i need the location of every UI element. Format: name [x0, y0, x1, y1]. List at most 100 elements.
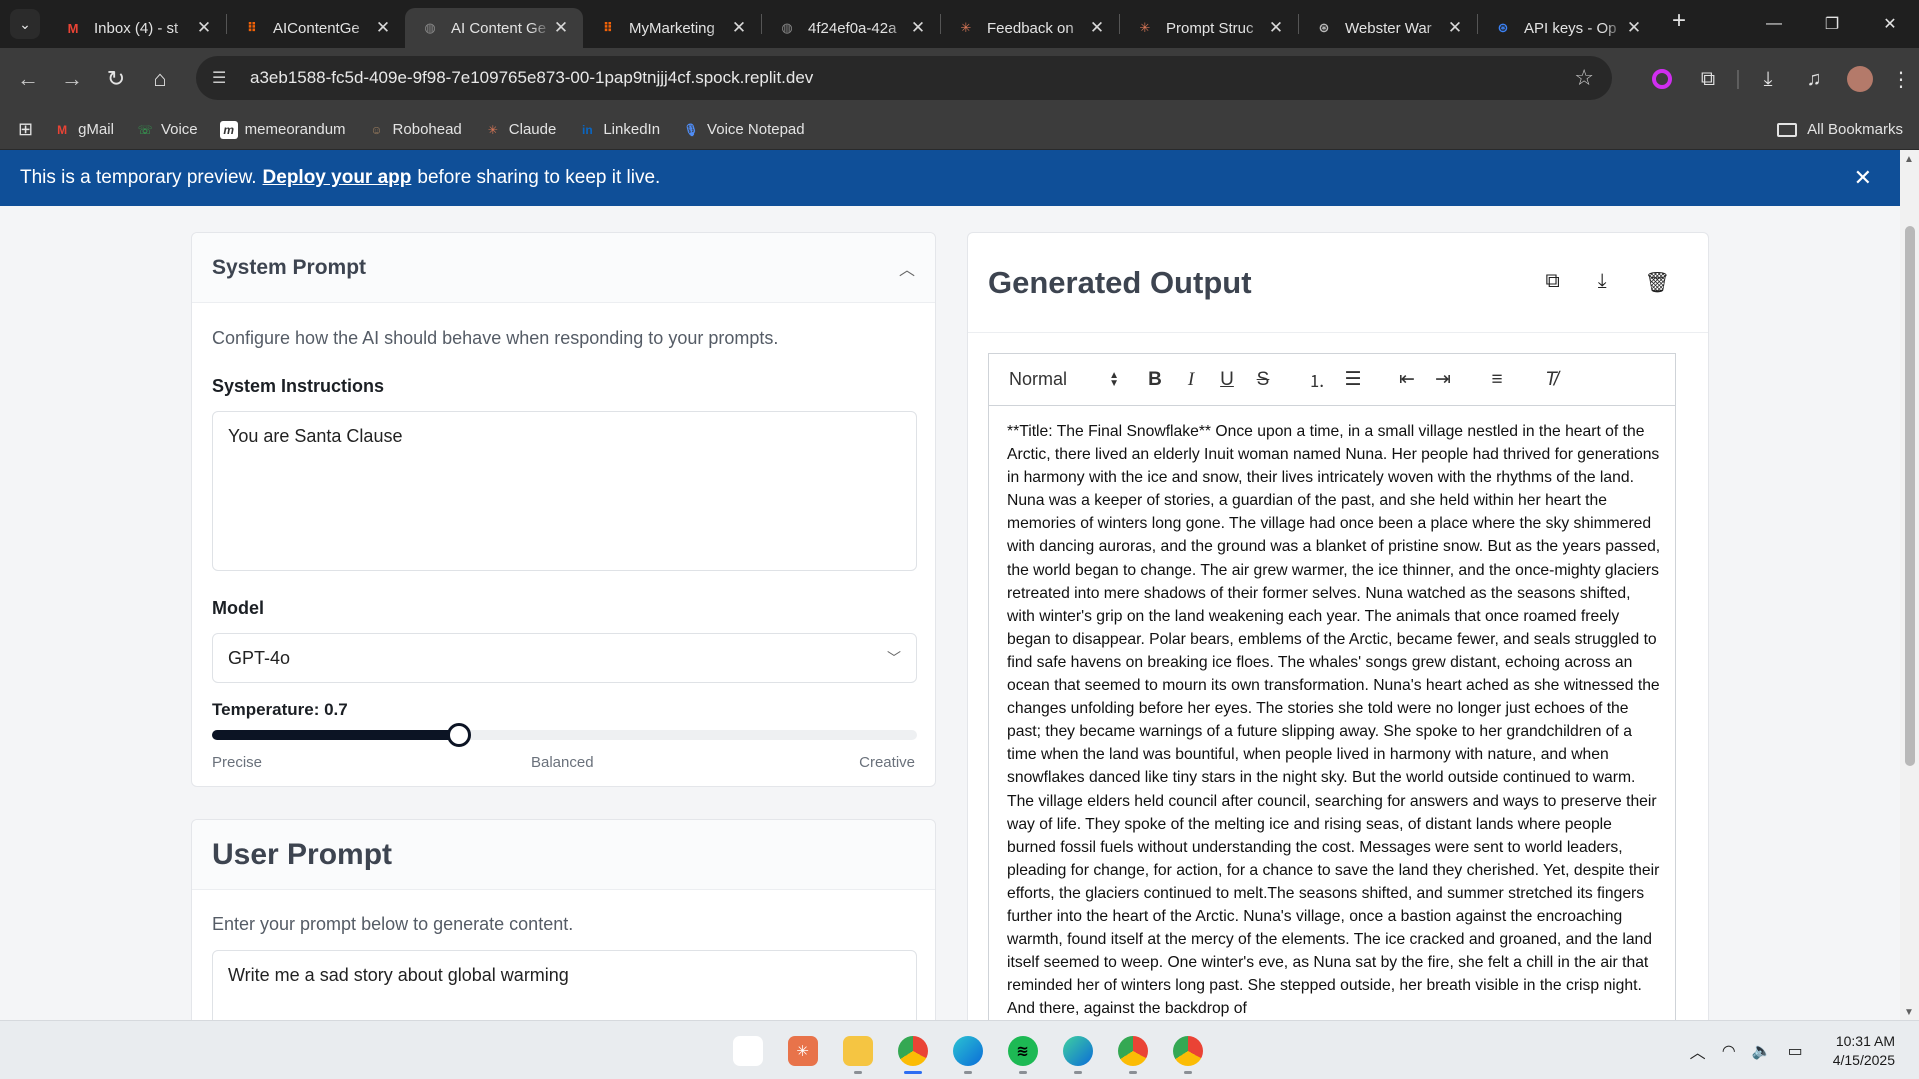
bookmark-item[interactable]: ☏ Voice: [136, 121, 198, 139]
close-tab-icon[interactable]: ✕: [1087, 18, 1107, 38]
ordered-list-icon[interactable]: ⒈: [1299, 367, 1335, 392]
underline-icon[interactable]: U: [1209, 369, 1245, 391]
home-button[interactable]: ⌂: [138, 57, 182, 101]
taskbar-edge-dev[interactable]: [1050, 1026, 1105, 1076]
taskbar-chrome[interactable]: [885, 1026, 940, 1076]
extension-purple-icon[interactable]: [1639, 69, 1685, 89]
browser-tab[interactable]: ⊛ API keys - Op ✕: [1478, 8, 1656, 48]
outdent-icon[interactable]: ⇤: [1389, 368, 1425, 391]
browser-tab[interactable]: ✳ Feedback on ✕: [941, 8, 1119, 48]
bookmark-label: Voice: [160, 121, 198, 138]
scrollbar-thumb[interactable]: [1905, 226, 1915, 766]
taskbar-chrome-profile-3[interactable]: [1160, 1026, 1215, 1076]
user-prompt-title: User Prompt: [212, 837, 393, 871]
bookmark-item[interactable]: 🎙 Voice Notepad: [682, 121, 804, 139]
reload-button[interactable]: ↻: [94, 57, 138, 101]
output-header: Generated Output ⧉ ⤓ 🗑: [968, 233, 1708, 333]
browser-tab[interactable]: ⊛ Webster War ✕: [1299, 8, 1477, 48]
browser-tab[interactable]: ◍ 4f24ef0a-42a ✕: [762, 8, 940, 48]
bookmark-item[interactable]: ☺ Robohead: [368, 121, 461, 139]
close-tab-icon[interactable]: ✕: [194, 18, 214, 38]
browser-tab[interactable]: M Inbox (4) - st ✕: [48, 8, 226, 48]
system-prompt-header[interactable]: System Prompt ︿: [192, 233, 935, 303]
close-tab-icon[interactable]: ✕: [729, 18, 749, 38]
bookmark-item[interactable]: m memeorandum: [219, 120, 346, 139]
browser-tab[interactable]: ✳ Prompt Struc ✕: [1120, 8, 1298, 48]
tab-search-button[interactable]: ⌄: [10, 9, 40, 39]
temperature-slider-thumb[interactable]: [446, 723, 471, 747]
align-icon[interactable]: ≡: [1479, 369, 1515, 391]
download-icon[interactable]: ⤓: [1598, 270, 1607, 295]
bookmark-item[interactable]: in LinkedIn: [578, 121, 660, 139]
browser-menu-icon[interactable]: ⋮: [1883, 67, 1919, 92]
all-bookmarks-label: All Bookmarks: [1807, 121, 1903, 138]
taskbar-file-explorer[interactable]: [830, 1026, 885, 1076]
bookmark-star-icon[interactable]: ☆: [1574, 65, 1594, 91]
taskbar-edge[interactable]: [940, 1026, 995, 1076]
bullet-list-icon[interactable]: ☰: [1335, 368, 1371, 391]
close-tab-icon[interactable]: ✕: [1266, 18, 1286, 38]
bookmark-item[interactable]: MgMail: [53, 121, 114, 139]
close-tab-icon[interactable]: ✕: [551, 18, 571, 38]
close-tab-icon[interactable]: ✕: [1624, 18, 1644, 38]
indent-icon[interactable]: ⇥: [1425, 368, 1461, 391]
browser-tab[interactable]: ⠿ MyMarketing ✕: [583, 8, 761, 48]
copy-icon[interactable]: ⧉: [1545, 270, 1559, 295]
temperature-slider[interactable]: [212, 723, 917, 747]
all-bookmarks-button[interactable]: All Bookmarks: [1777, 121, 1903, 138]
media-control-icon[interactable]: ♫: [1791, 68, 1837, 91]
user-prompt-textarea[interactable]: Write me a sad story about global warmin…: [212, 950, 917, 1020]
scroll-up-icon[interactable]: ▲: [1904, 154, 1914, 165]
taskbar-claude[interactable]: ✳: [775, 1026, 830, 1076]
voice-icon: ☏: [137, 122, 153, 137]
back-button[interactable]: ←: [6, 57, 50, 101]
system-instructions-textarea[interactable]: You are Santa Clause: [212, 411, 917, 571]
download-icon[interactable]: ⤓: [1745, 68, 1791, 91]
trash-icon[interactable]: 🗑: [1645, 270, 1670, 295]
strikethrough-icon[interactable]: S: [1245, 369, 1281, 391]
italic-icon[interactable]: I: [1173, 369, 1209, 391]
bookmark-label: Claude: [508, 121, 557, 138]
clock[interactable]: 10:31 AM 4/15/2025: [1833, 1032, 1895, 1070]
output-text[interactable]: **Title: The Final Snowflake** Once upon…: [989, 406, 1675, 1020]
deploy-link[interactable]: Deploy your app: [263, 167, 412, 189]
new-tab-button[interactable]: +: [1672, 7, 1686, 35]
volume-icon[interactable]: 🔈: [1752, 1041, 1772, 1061]
close-tab-icon[interactable]: ✕: [908, 18, 928, 38]
forward-button[interactable]: →: [50, 57, 94, 101]
wifi-icon[interactable]: ◠: [1722, 1041, 1736, 1061]
scroll-down-icon[interactable]: ▼: [1904, 1007, 1914, 1018]
apps-grid-icon[interactable]: ⊞: [18, 119, 33, 140]
tick-balanced: Balanced: [531, 754, 594, 771]
clear-format-icon[interactable]: T̸: [1533, 369, 1569, 391]
model-select[interactable]: GPT-4o ﹀: [212, 633, 917, 683]
start-button[interactable]: [720, 1026, 775, 1076]
restore-button[interactable]: ❐: [1803, 0, 1861, 48]
taskbar-chrome-profile-2[interactable]: [1105, 1026, 1160, 1076]
bookmark-item[interactable]: ✳ Claude: [484, 121, 557, 139]
minimize-button[interactable]: —: [1745, 0, 1803, 48]
url-text[interactable]: a3eb1588-fc5d-409e-9f98-7e109765e873-00-…: [250, 68, 813, 88]
show-hidden-icons-icon[interactable]: ︿: [1690, 1039, 1706, 1063]
browser-tab[interactable]: ◍ AI Content Ge ✕: [405, 8, 583, 48]
close-tab-icon[interactable]: ✕: [1445, 18, 1465, 38]
claude-icon: ✳: [487, 122, 498, 137]
extensions-puzzle-icon[interactable]: ⧉: [1685, 68, 1731, 91]
banner-close-icon[interactable]: ✕: [1854, 165, 1872, 191]
collapse-chevron-icon[interactable]: ︿: [899, 256, 915, 280]
taskbar-spotify[interactable]: ≋: [995, 1026, 1050, 1076]
claude-icon: ✳: [960, 20, 972, 35]
browser-tab[interactable]: ⠿ AIContentGe ✕: [227, 8, 405, 48]
battery-icon[interactable]: ▭: [1788, 1041, 1803, 1061]
address-bar[interactable]: ☰ a3eb1588-fc5d-409e-9f98-7e109765e873-0…: [196, 56, 1612, 100]
page-scrollbar[interactable]: ▲ ▼: [1900, 150, 1919, 1020]
profile-avatar[interactable]: [1837, 66, 1883, 92]
site-info-icon[interactable]: ☰: [212, 68, 240, 88]
close-tab-icon[interactable]: ✕: [373, 18, 393, 38]
claude-icon: ✳: [1139, 20, 1151, 35]
linkedin-icon: in: [581, 122, 593, 137]
close-window-button[interactable]: ✕: [1861, 0, 1919, 48]
format-select[interactable]: Normal ▲ ▼: [1009, 369, 1119, 390]
chrome-icon: [897, 1035, 928, 1066]
bold-icon[interactable]: B: [1137, 369, 1173, 391]
